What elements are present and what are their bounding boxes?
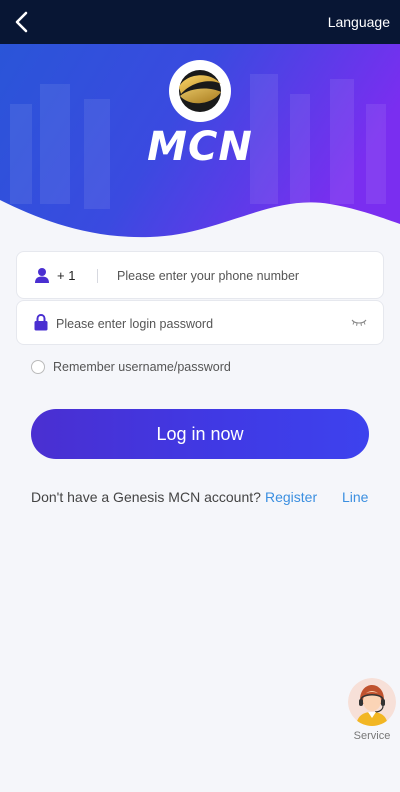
chevron-left-icon	[15, 11, 28, 33]
login-button[interactable]: Log in now	[31, 409, 369, 459]
mcn-globe-logo	[169, 60, 231, 122]
line-link[interactable]: Line	[342, 489, 368, 505]
user-icon	[35, 268, 49, 283]
remember-radio[interactable]	[31, 360, 45, 374]
country-code[interactable]: + 1	[57, 268, 75, 283]
brand-title: MCN	[147, 124, 253, 170]
language-button[interactable]: Language	[328, 14, 390, 30]
customer-service-avatar	[348, 678, 396, 726]
hero-banner: MCN	[0, 44, 400, 240]
phone-input[interactable]	[117, 267, 367, 285]
service-label: Service	[353, 730, 391, 742]
service-button[interactable]: Service	[346, 678, 398, 742]
field-divider	[97, 269, 98, 283]
password-input[interactable]	[56, 315, 346, 333]
remember-label: Remember username/password	[53, 360, 231, 374]
phone-field: + 1	[16, 251, 384, 299]
login-page: Language MCN + 1 Please enter your phone…	[0, 0, 400, 792]
top-bar: Language	[0, 0, 400, 44]
lock-icon	[34, 314, 48, 331]
password-field	[16, 300, 384, 345]
signup-prompt: Don't have a Genesis MCN account?	[31, 489, 261, 505]
eye-closed-icon[interactable]	[351, 318, 367, 328]
register-link[interactable]: Register	[265, 489, 317, 505]
back-button[interactable]	[12, 10, 34, 34]
